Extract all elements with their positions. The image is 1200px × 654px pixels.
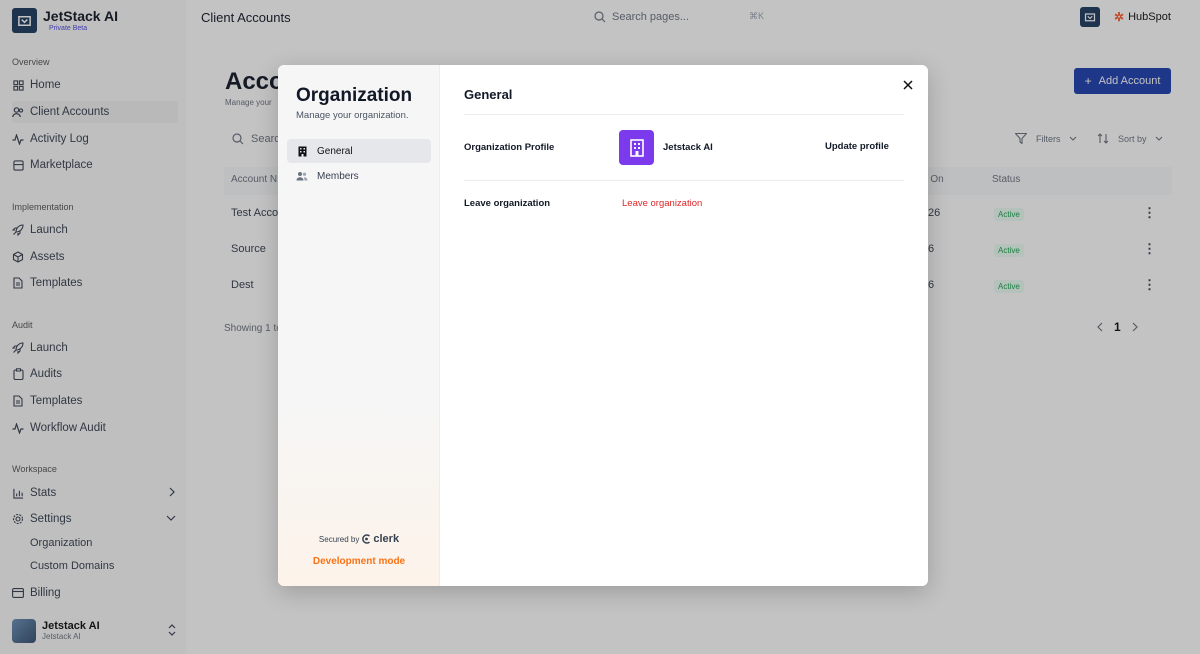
leave-organization-button[interactable]: Leave organization bbox=[622, 198, 702, 209]
modal-subtitle: Manage your organization. bbox=[296, 110, 409, 121]
modal-tab-members[interactable]: Members bbox=[287, 164, 431, 188]
section-title: General bbox=[464, 87, 513, 102]
modal-title: Organization bbox=[296, 85, 413, 106]
building-icon bbox=[296, 145, 308, 157]
update-profile-button[interactable]: Update profile bbox=[825, 141, 889, 152]
profile-row-label: Organization Profile bbox=[464, 142, 555, 153]
modal-content: General Organization Profile Jetstack AI… bbox=[440, 65, 928, 586]
divider bbox=[464, 180, 904, 181]
organization-name: Jetstack AI bbox=[663, 142, 713, 153]
secured-by-clerk[interactable]: Secured by clerk bbox=[278, 533, 440, 545]
users-icon bbox=[296, 170, 308, 182]
close-icon[interactable] bbox=[902, 79, 914, 91]
clerk-logo-icon bbox=[362, 534, 371, 544]
organization-logo-icon bbox=[619, 130, 654, 165]
leave-row-label: Leave organization bbox=[464, 198, 551, 209]
secured-by-text: Secured by bbox=[318, 534, 360, 544]
modal-sidebar: Organization Manage your organization. G… bbox=[278, 65, 440, 586]
divider bbox=[464, 114, 904, 115]
modal-tab-label: Members bbox=[317, 170, 359, 182]
development-mode-label: Development mode bbox=[312, 556, 406, 567]
modal-tab-label: General bbox=[317, 145, 353, 157]
modal-tab-general[interactable]: General bbox=[287, 139, 431, 163]
clerk-brand: clerk bbox=[373, 533, 400, 545]
organization-modal: Organization Manage your organization. G… bbox=[278, 65, 928, 586]
